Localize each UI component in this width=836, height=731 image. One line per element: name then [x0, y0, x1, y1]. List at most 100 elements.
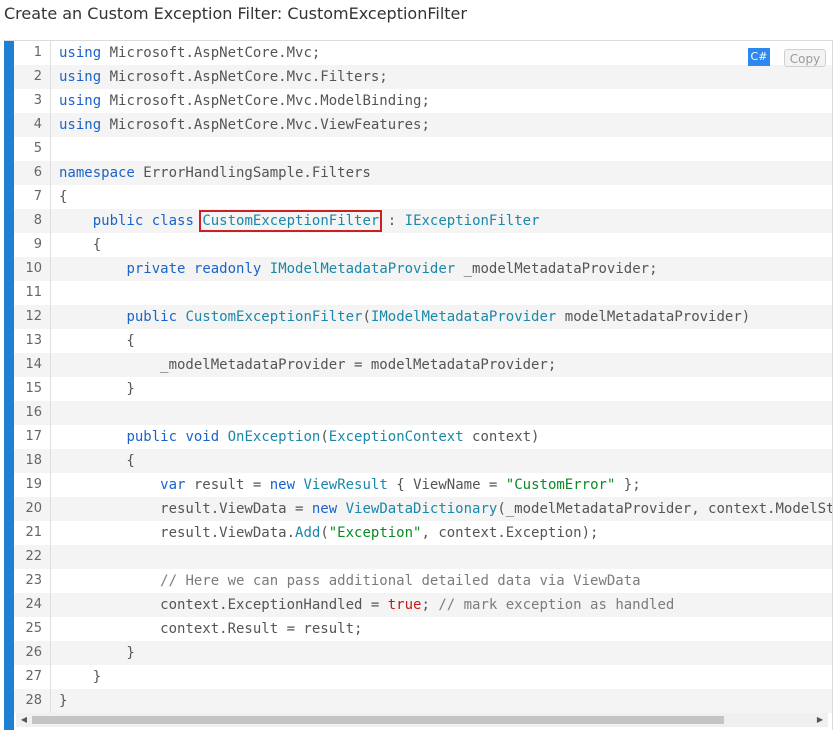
code-token: Microsoft.AspNetCore.Mvc.ModelBinding; — [101, 93, 430, 109]
gutter-divider — [50, 401, 51, 425]
gutter-divider — [50, 305, 51, 329]
code-text: public CustomExceptionFilter(IModelMetad… — [59, 305, 750, 329]
gutter-divider — [50, 41, 51, 65]
line-number: 1 — [33, 45, 42, 60]
code-text: using Microsoft.AspNetCore.Mvc.ViewFeatu… — [59, 113, 430, 137]
code-token: { — [59, 237, 102, 253]
code-line: 26 } — [14, 641, 832, 665]
line-number: 15 — [25, 381, 42, 396]
copy-button[interactable]: Copy — [784, 49, 826, 67]
code-token: public — [126, 429, 178, 445]
code-token: context.Result = result; — [59, 621, 363, 637]
line-number: 22 — [25, 549, 42, 564]
code-token: OnException — [227, 429, 321, 445]
code-lines: 1 using Microsoft.AspNetCore.Mvc; 2 using M… — [14, 41, 832, 713]
language-badge: C# — [748, 48, 770, 66]
page-title: Create an Custom Exception Filter: Custo… — [4, 4, 467, 23]
line-number: 11 — [25, 285, 42, 300]
code-line: 6 namespace ErrorHandlingSample.Filters — [14, 161, 832, 185]
code-token: }; — [615, 477, 641, 493]
gutter-divider — [50, 425, 51, 449]
code-line: 1 using Microsoft.AspNetCore.Mvc; — [14, 41, 832, 65]
code-token: Microsoft.AspNetCore.Mvc.ViewFeatures; — [101, 117, 430, 133]
code-token: } — [59, 669, 102, 685]
code-token: ( — [320, 525, 329, 541]
line-number: 9 — [33, 237, 42, 252]
gutter-divider — [50, 281, 51, 305]
gutter-divider — [50, 593, 51, 617]
scroll-right-arrow-icon[interactable]: ▶ — [814, 714, 826, 726]
code-token: private — [126, 261, 186, 277]
line-number: 2 — [33, 69, 42, 84]
code-line: 14 _modelMetadataProvider = modelMetadat… — [14, 353, 832, 377]
code-token: "CustomError" — [505, 477, 616, 493]
code-token: ( — [320, 429, 329, 445]
line-number: 18 — [25, 453, 42, 468]
code-token: } — [59, 693, 68, 709]
code-token: ErrorHandlingSample.Filters — [134, 165, 371, 181]
scroll-left-arrow-icon[interactable]: ◀ — [18, 714, 30, 726]
code-text: { — [59, 185, 67, 209]
code-token: var — [160, 477, 186, 493]
code-text: var result = new ViewResult { ViewName =… — [59, 473, 641, 497]
line-number: 16 — [25, 405, 42, 420]
code-token: { — [59, 333, 135, 349]
code-line: 17 public void OnException(ExceptionCont… — [14, 425, 832, 449]
horizontal-scrollbar[interactable]: ◀ ▶ — [16, 713, 828, 727]
scrollbar-thumb[interactable] — [32, 716, 724, 724]
gutter-divider — [50, 641, 51, 665]
code-line: 3 using Microsoft.AspNetCore.Mvc.ModelBin… — [14, 89, 832, 113]
line-number: 13 — [25, 333, 42, 348]
gutter-divider — [50, 233, 51, 257]
code-token: // Here we can pass additional detailed … — [160, 573, 641, 589]
code-token: context) — [463, 429, 540, 445]
line-number: 10 — [25, 261, 42, 276]
gutter-divider — [50, 497, 51, 521]
code-text: result.ViewData = new ViewDataDictionary… — [59, 497, 833, 521]
code-line: 5 — [14, 137, 832, 161]
line-number: 20 — [25, 501, 42, 516]
gutter-divider — [50, 665, 51, 689]
code-text: using Microsoft.AspNetCore.Mvc.ModelBind… — [59, 89, 430, 113]
code-token: IExceptionFilter — [404, 213, 540, 229]
code-token: true — [387, 597, 422, 613]
code-line: 2 using Microsoft.AspNetCore.Mvc.Filters; — [14, 65, 832, 89]
code-text: { — [59, 329, 135, 353]
code-token: (_modelMetadataProvider, context.ModelSt… — [497, 501, 833, 517]
code-token: : — [379, 213, 405, 229]
code-token: ( — [362, 309, 371, 325]
gutter-divider — [50, 65, 51, 89]
code-token: Microsoft.AspNetCore.Mvc.Filters; — [101, 69, 388, 85]
code-text: context.Result = result; — [59, 617, 362, 641]
code-token: modelMetadataProvider) — [556, 309, 751, 325]
code-text: } — [59, 665, 101, 689]
code-token: ViewResult — [303, 477, 388, 493]
line-number: 17 — [25, 429, 42, 444]
code-token: result = — [185, 477, 270, 493]
code-token: "Exception" — [328, 525, 422, 541]
code-line: 16 — [14, 401, 832, 425]
code-line: 10 private readonly IModelMetadataProvid… — [14, 257, 832, 281]
code-token: void — [185, 429, 220, 445]
gutter-divider — [50, 617, 51, 641]
gutter-divider — [50, 137, 51, 161]
code-line: 25 context.Result = result; — [14, 617, 832, 641]
code-token: IModelMetadataProvider — [370, 309, 557, 325]
code-line: 15 } — [14, 377, 832, 401]
line-number: 24 — [25, 597, 42, 612]
code-token: CustomExceptionFilter — [185, 309, 363, 325]
code-token: result.ViewData = — [59, 501, 312, 517]
line-number: 7 — [33, 189, 42, 204]
code-token: new — [311, 501, 338, 517]
code-line: 24 context.ExceptionHandled = true; // m… — [14, 593, 832, 617]
gutter-divider — [50, 569, 51, 593]
gutter-divider — [50, 89, 51, 113]
code-line: 20 result.ViewData = new ViewDataDiction… — [14, 497, 832, 521]
line-number: 8 — [33, 213, 42, 228]
